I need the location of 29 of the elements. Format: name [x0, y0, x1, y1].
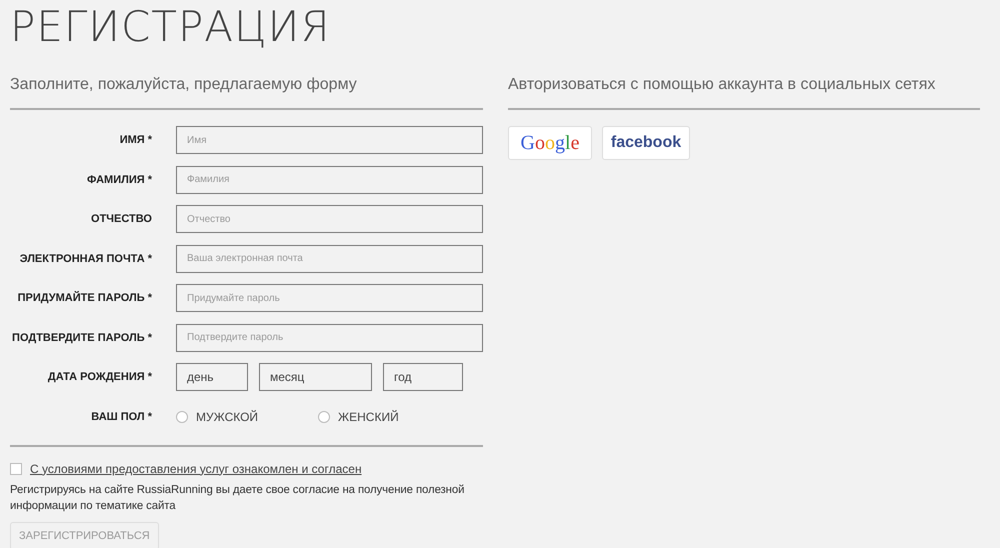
terms-link[interactable]: С условиями предоставления услуг ознакомлен и согласен: [30, 462, 362, 476]
date-select[interactable]: день: [176, 363, 248, 391]
field-label: ФАМИЛИЯ *: [86, 174, 152, 186]
input-field[interactable]: Имя: [176, 126, 483, 154]
google-button[interactable]: Google: [508, 126, 592, 160]
input-field[interactable]: Ваша электронная почта: [176, 244, 483, 272]
field-label: ИМЯ *: [118, 134, 152, 146]
field-label: ОТЧЕСТВО: [90, 213, 152, 225]
page-title: РЕГИСТРАЦИЯ: [10, 1, 332, 50]
input-field[interactable]: Отчество: [176, 205, 483, 233]
facebook-button[interactable]: facebook: [602, 126, 690, 160]
radio-button[interactable]: [318, 410, 330, 422]
field-label: ЭЛЕКТРОННАЯ ПОЧТА *: [18, 252, 152, 264]
field-label: ПРИДУМАЙТЕ ПАРОЛЬ *: [16, 292, 152, 304]
consent-text: Регистрируясь на сайте RussiaRunning вы даете свое согласие на получение полезной информации по тематике сайта: [10, 482, 466, 514]
field-label: ПОДТВЕРДИТЕ ПАРОЛЬ *: [11, 332, 152, 344]
social-heading: Авторизоваться с помощью аккаунта в социальных сетях: [508, 75, 936, 95]
checkbox[interactable]: [10, 462, 22, 474]
input-field[interactable]: Фамилия: [176, 166, 483, 194]
input-field[interactable]: Придумайте пароль: [176, 284, 483, 312]
field-label: ДАТА РОЖДЕНИЯ *: [46, 371, 152, 383]
field-label: ВАШ ПОЛ *: [90, 410, 152, 422]
form-heading: Заполните, пожалуйста, предлагаемую форму: [10, 75, 358, 95]
radio-label[interactable]: МУЖСКОЙ: [196, 410, 258, 424]
radio-button[interactable]: [176, 410, 188, 422]
date-select[interactable]: год: [383, 363, 463, 391]
radio-label[interactable]: ЖЕНСКИЙ: [338, 410, 399, 424]
input-field[interactable]: Подтвердите пароль: [176, 324, 483, 352]
date-select[interactable]: месяц: [259, 363, 372, 391]
